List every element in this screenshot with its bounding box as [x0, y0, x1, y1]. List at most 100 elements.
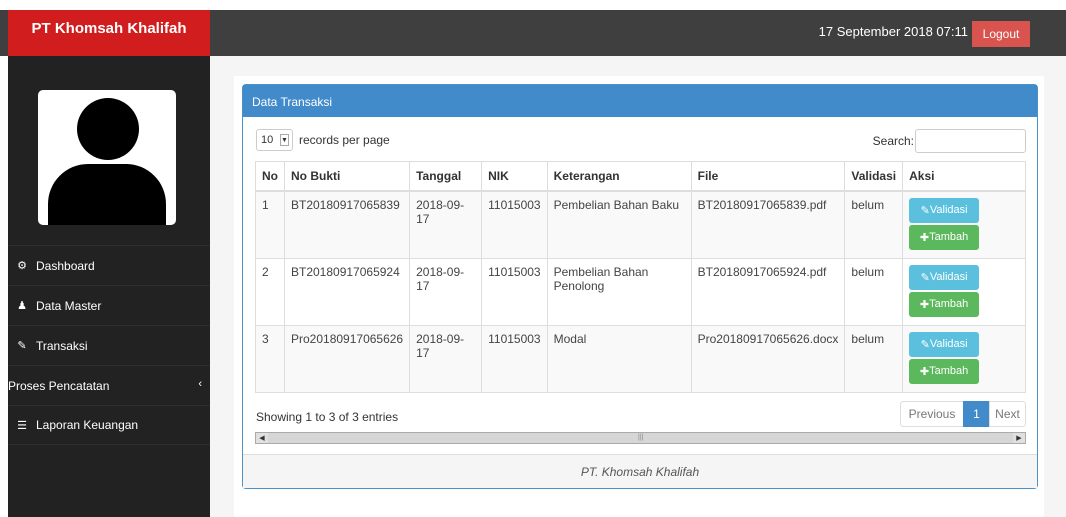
cell-nik: 11015003 [481, 190, 548, 259]
column-header-file[interactable]: File [690, 161, 846, 192]
records-per-page-control: 10 ▼ records per page [256, 129, 390, 151]
avatar-head-shape [77, 98, 139, 160]
records-per-page-select[interactable]: 10 ▼ [256, 129, 293, 151]
pagination: Previous 1 Next [900, 401, 1026, 427]
cell-tanggal: 2018-09-17 [409, 190, 483, 259]
avatar-body-shape [48, 164, 166, 225]
validasi-button[interactable]: ✎ Validasi [909, 331, 980, 357]
sidebar-item-label: Proses Pencatatan [8, 378, 110, 393]
current-datetime: 17 September 2018 07:11 [818, 24, 968, 39]
tambah-button[interactable]: ✚ Tambah [909, 358, 980, 384]
tambah-button-label: Tambah [929, 298, 969, 310]
edit-icon: ✎ [920, 204, 930, 217]
avatar [38, 90, 176, 225]
validasi-button[interactable]: ✎ Validasi [909, 264, 980, 290]
plus-icon: ✚ [919, 298, 930, 311]
tambah-button-label: Tambah [929, 231, 969, 243]
sidebar: ⚙ Dashboard ♟ Data Master ✎ Transaksi Pr… [8, 56, 210, 517]
main-content: Data Transaksi 10 ▼ records per page Sea… [210, 56, 1066, 517]
table-row: 1 BT20180917065839 2018-09-17 11015003 P… [255, 190, 1026, 259]
transaction-table: No No Bukti Tanggal NIK Keterangan File … [255, 161, 1026, 393]
cell-aksi: ✎ Validasi ✚ Tambah [902, 190, 1026, 259]
column-header-aksi[interactable]: Aksi [902, 161, 1026, 192]
edit-icon: ✎ [17, 340, 27, 352]
cell-no-bukti: Pro20180917065626 [283, 324, 411, 393]
sidebar-item-dashboard[interactable]: ⚙ Dashboard [8, 245, 210, 285]
cell-validasi: belum [844, 257, 904, 326]
dashboard-icon: ⚙ [17, 260, 27, 272]
cell-tanggal: 2018-09-17 [409, 324, 483, 393]
logout-button[interactable]: Logout [972, 21, 1030, 47]
cell-keterangan: Pembelian Bahan Penolong [546, 257, 692, 326]
table-row: 3 Pro20180917065626 2018-09-17 11015003 … [255, 324, 1026, 393]
cell-aksi: ✎ Validasi ✚ Tambah [902, 324, 1026, 393]
scroll-left-icon[interactable]: ◀ [256, 433, 268, 443]
column-header-no[interactable]: No [255, 161, 285, 192]
sidebar-item-label: Dashboard [36, 258, 95, 273]
scroll-right-icon[interactable]: ▶ [1013, 433, 1025, 443]
tambah-button[interactable]: ✚ Tambah [909, 291, 980, 317]
cell-keterangan: Pembelian Bahan Baku [546, 190, 692, 259]
user-icon: ♟ [17, 300, 27, 312]
cell-tanggal: 2018-09-17 [409, 257, 483, 326]
records-per-page-value: 10 [261, 134, 274, 146]
transaction-panel: Data Transaksi 10 ▼ records per page Sea… [242, 84, 1038, 489]
column-header-validasi[interactable]: Validasi [844, 161, 904, 192]
pagination-previous[interactable]: Previous [900, 401, 964, 427]
panel-title: Data Transaksi [243, 85, 1037, 117]
sidebar-item-transaksi[interactable]: ✎ Transaksi [8, 325, 210, 365]
column-header-nik[interactable]: NIK [481, 161, 548, 192]
grip-icon: ||| [638, 434, 644, 441]
cell-file[interactable]: BT20180917065839.pdf [690, 190, 846, 259]
list-icon: ☰ [17, 419, 27, 432]
sidebar-item-proses-pencatatan[interactable]: Proses Pencatatan ‹ [8, 365, 210, 405]
sidebar-item-laporan-keuangan[interactable]: ☰ Laporan Keuangan [8, 405, 210, 445]
plus-icon: ✚ [919, 365, 930, 378]
cell-file[interactable]: Pro20180917065626.docx [690, 324, 846, 393]
panel-footer: PT. Khomsah Khalifah [243, 454, 1037, 488]
pagination-next[interactable]: Next [989, 401, 1026, 427]
column-header-keterangan[interactable]: Keterangan [546, 161, 692, 192]
validasi-button-label: Validasi [929, 338, 968, 350]
cell-keterangan: Modal [546, 324, 692, 393]
cell-no: 3 [255, 324, 285, 393]
cell-validasi: belum [844, 190, 904, 259]
top-navbar: PT Khomsah Khalifah 17 September 2018 07… [0, 10, 1066, 56]
sidebar-item-label: Data Master [36, 298, 102, 313]
validasi-button[interactable]: ✎ Validasi [909, 197, 980, 223]
table-row: 2 BT20180917065924 2018-09-17 11015003 P… [255, 257, 1026, 326]
plus-icon: ✚ [919, 231, 930, 244]
cell-no: 2 [255, 257, 285, 326]
brand-title[interactable]: PT Khomsah Khalifah [8, 10, 210, 56]
cell-nik: 11015003 [481, 324, 548, 393]
cell-file[interactable]: BT20180917065924.pdf [690, 257, 846, 326]
cell-nik: 11015003 [481, 257, 548, 326]
chevron-left-icon: ‹ [198, 378, 202, 390]
edit-icon: ✎ [920, 338, 930, 351]
table-info: Showing 1 to 3 of 3 entries [256, 410, 399, 424]
horizontal-scrollbar[interactable]: ◀ ||| ▶ [255, 432, 1026, 444]
records-per-page-label: records per page [299, 133, 390, 147]
pagination-page[interactable]: 1 [963, 401, 990, 427]
column-header-tanggal[interactable]: Tanggal [409, 161, 483, 192]
cell-no: 1 [255, 190, 285, 259]
sidebar-menu: ⚙ Dashboard ♟ Data Master ✎ Transaksi Pr… [8, 245, 210, 445]
validasi-button-label: Validasi [929, 271, 968, 283]
cell-no-bukti: BT20180917065839 [283, 190, 411, 259]
table-header-row: No No Bukti Tanggal NIK Keterangan File … [255, 161, 1026, 192]
sidebar-item-label: Transaksi [36, 338, 88, 353]
search-label: Search: [872, 134, 914, 148]
dropdown-arrow-icon: ▼ [280, 134, 289, 146]
cell-validasi: belum [844, 324, 904, 393]
sidebar-item-data-master[interactable]: ♟ Data Master [8, 285, 210, 325]
cell-no-bukti: BT20180917065924 [283, 257, 411, 326]
validasi-button-label: Validasi [929, 204, 968, 216]
search-input[interactable] [915, 129, 1026, 153]
cell-aksi: ✎ Validasi ✚ Tambah [902, 257, 1026, 326]
column-header-no-bukti[interactable]: No Bukti [283, 161, 411, 192]
tambah-button[interactable]: ✚ Tambah [909, 224, 980, 250]
sidebar-item-label: Laporan Keuangan [36, 418, 139, 432]
search-control: Search: [873, 129, 1026, 153]
scrollbar-thumb[interactable]: ||| [268, 433, 1013, 443]
edit-icon: ✎ [920, 271, 930, 284]
